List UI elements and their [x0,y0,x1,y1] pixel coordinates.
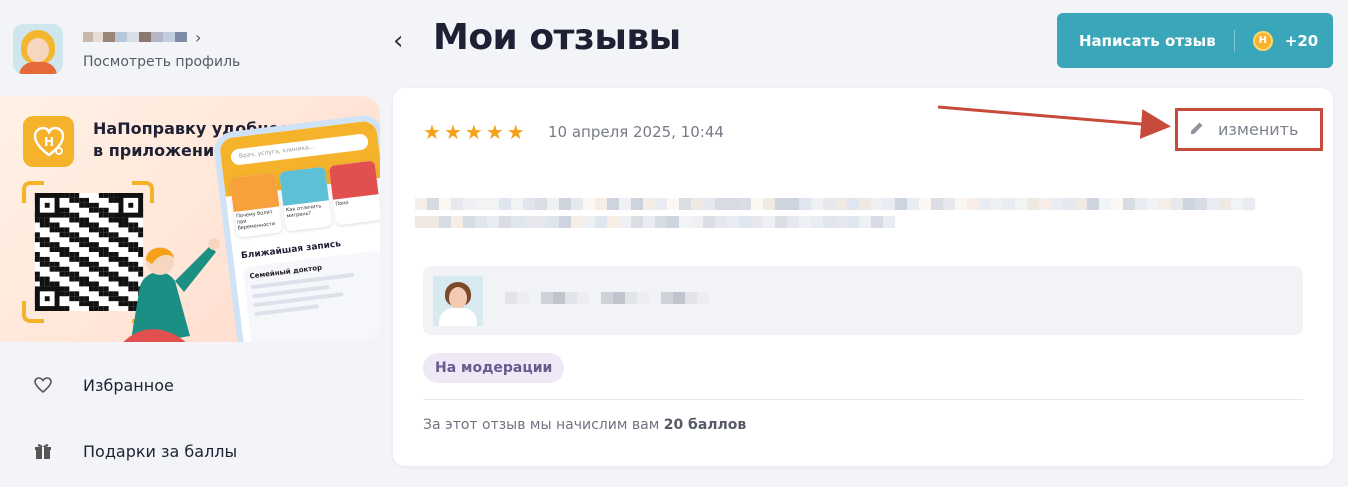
star-icon: ★ [464,120,483,144]
points-value: +20 [1284,31,1319,50]
write-review-label: Написать отзыв [1079,31,1216,50]
review-date: 10 апреля 2025, 10:44 [548,123,724,141]
sidebar-item-favorites[interactable]: Избранное [33,375,174,395]
sidebar-item-label: Подарки за баллы [83,441,238,461]
chevron-left-icon[interactable]: ‹ [393,26,403,56]
status-badge: На модерации [423,353,565,383]
star-icon: ★ [443,120,462,144]
app-promo-banner[interactable]: Н НаПоправку удобнее в приложении Врач, … [0,96,380,342]
edit-review-button[interactable]: изменить [1175,108,1323,151]
woman-illustration [123,238,220,342]
sidebar-item-gifts[interactable]: Подарки за баллы [33,441,237,461]
profile-block[interactable]: › Посмотреть профиль [13,24,240,74]
avatar[interactable] [13,24,63,74]
doctor-photo [433,276,483,326]
pencil-icon [1190,121,1204,139]
star-icon: ★ [423,120,441,144]
phone-mockup: Врач, услуга, клиника... Почему болит пр… [212,113,380,342]
sidebar-item-label: Избранное [83,375,174,395]
gift-icon [33,441,53,461]
divider [423,399,1303,400]
rating-stars: ★ ★ ★ ★ ★ [423,122,525,142]
svg-text:Н: Н [44,135,54,149]
review-card: ★ ★ ★ ★ ★ 10 апреля 2025, 10:44 изменить На … [393,88,1333,466]
edit-label: изменить [1218,120,1299,139]
coin-icon: Н [1252,30,1273,51]
profile-name-blurred[interactable]: › [83,26,240,48]
chevron-right-icon[interactable]: › [195,28,201,47]
doctor-info[interactable] [423,266,1303,335]
bonus-note: За этот отзыв мы начислим вам 20 баллов [423,417,747,433]
heart-icon [33,375,53,395]
view-profile-link[interactable]: Посмотреть профиль [83,54,240,70]
page-title: Мои отзывы [433,17,681,58]
review-text-blurred [415,196,1265,238]
star-icon: ★ [506,120,525,144]
doctor-name-blurred[interactable] [505,292,709,304]
write-review-button[interactable]: Написать отзыв Н +20 [1057,13,1333,68]
heart-stethoscope-logo-icon: Н [23,116,74,167]
star-icon: ★ [485,120,504,144]
